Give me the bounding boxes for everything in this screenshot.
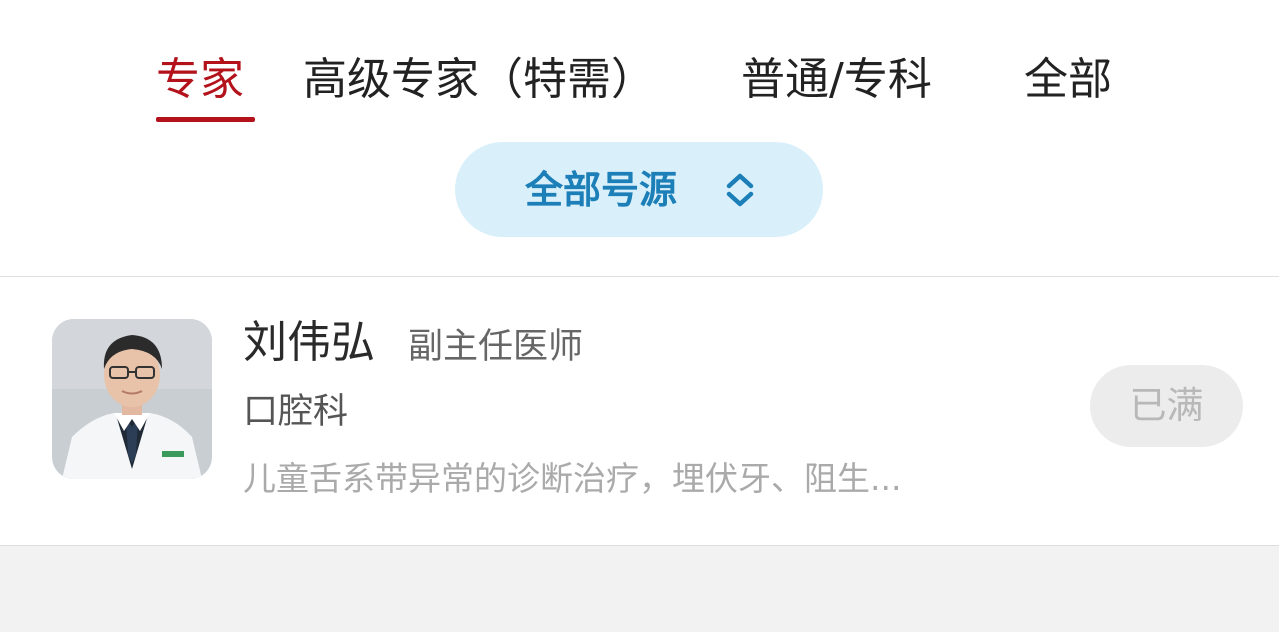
source-filter-button[interactable]: 全部号源 [455, 142, 823, 237]
doctor-title: 副主任医师 [408, 327, 584, 367]
source-filter-label: 全部号源 [525, 168, 678, 212]
doctor-avatar [52, 319, 212, 479]
doctor-card[interactable]: 刘伟弘 副主任医师 口腔科 儿童舌系带异常的诊断治疗，埋伏牙、阻生... 已满 [0, 277, 1279, 545]
tab-general-specialty[interactable]: 普通/专科 [741, 52, 932, 108]
doctor-name: 刘伟弘 [243, 317, 375, 368]
tab-senior-expert[interactable]: 高级专家（特需） [303, 52, 655, 108]
header-area: 专家 高级专家（特需） 普通/专科 全部 全部号源 [0, 0, 1279, 276]
doctor-specialty: 儿童舌系带异常的诊断治疗，埋伏牙、阻生... [243, 459, 902, 498]
tab-expert[interactable]: 专家 [156, 52, 244, 108]
active-tab-indicator [156, 117, 255, 122]
category-tabs: 专家 高级专家（特需） 普通/专科 全部 [0, 0, 1279, 130]
divider [0, 545, 1279, 546]
tab-all[interactable]: 全部 [1024, 52, 1112, 108]
doctor-department: 口腔科 [243, 392, 349, 432]
status-full-button[interactable]: 已满 [1090, 365, 1243, 447]
chevron-up-down-icon [726, 173, 754, 207]
